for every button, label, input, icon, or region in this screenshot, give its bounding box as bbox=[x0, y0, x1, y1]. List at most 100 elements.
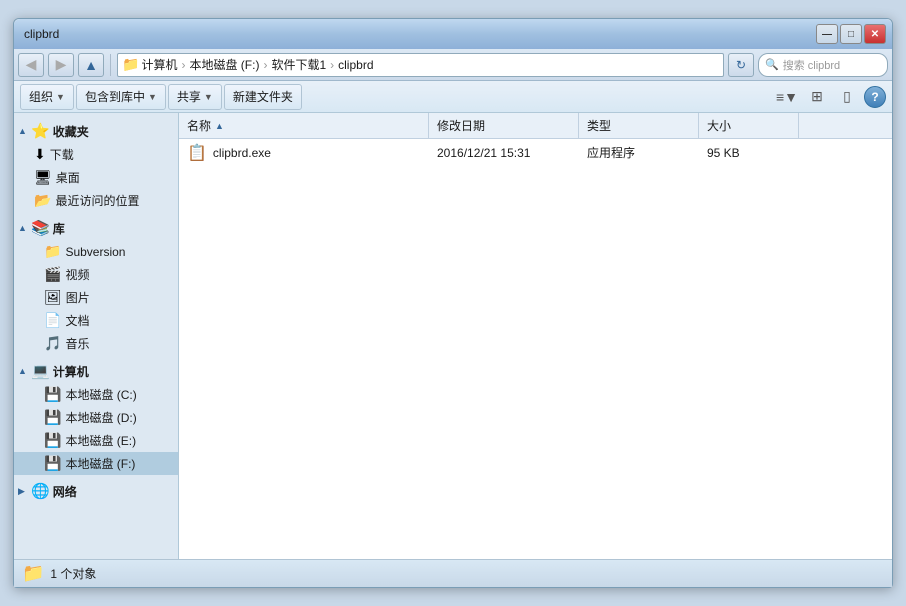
sidebar-item-drive-f[interactable]: 💾 本地磁盘 (F:) bbox=[14, 452, 178, 475]
layout-button[interactable]: ⊞ bbox=[804, 85, 830, 109]
computer-label: 计算机 bbox=[53, 363, 89, 380]
close-button[interactable]: ✕ bbox=[864, 24, 886, 44]
recent-icon: 📂 bbox=[34, 192, 51, 209]
file-date-cell: 2016/12/21 15:31 bbox=[429, 139, 579, 166]
drive-e-icon: 💾 bbox=[44, 432, 61, 449]
desktop-icon: 🖥 bbox=[34, 169, 52, 186]
share-arrow-icon: ▼ bbox=[204, 92, 213, 102]
drive-d-label: 本地磁盘 (D:) bbox=[65, 409, 136, 426]
back-button[interactable]: ◀ bbox=[18, 53, 44, 77]
search-icon: 🔍 bbox=[765, 58, 779, 71]
minimize-button[interactable]: — bbox=[816, 24, 838, 44]
forward-button[interactable]: ▶ bbox=[48, 53, 74, 77]
addr-sep-3: › bbox=[330, 58, 334, 72]
video-label: 视频 bbox=[65, 266, 89, 283]
organize-arrow-icon: ▼ bbox=[56, 92, 65, 102]
maximize-button[interactable]: □ bbox=[840, 24, 862, 44]
col-name-header[interactable]: 名称 ▲ bbox=[179, 113, 429, 138]
sidebar-item-video[interactable]: 🎬 视频 bbox=[14, 263, 178, 286]
new-folder-label: 新建文件夹 bbox=[233, 88, 293, 105]
sidebar-network-header[interactable]: ▶ 🌐 网络 bbox=[14, 479, 178, 503]
music-icon: 🎵 bbox=[44, 335, 61, 352]
col-size-header[interactable]: 大小 bbox=[699, 113, 799, 138]
file-type: 应用程序 bbox=[587, 144, 635, 161]
sidebar-item-music[interactable]: 🎵 音乐 bbox=[14, 332, 178, 355]
include-arrow-icon: ▼ bbox=[148, 92, 157, 102]
sidebar-network-section: ▶ 🌐 网络 bbox=[14, 479, 178, 503]
video-icon: 🎬 bbox=[44, 266, 61, 283]
picture-icon: 🖼 bbox=[44, 289, 62, 306]
sidebar-item-subversion[interactable]: 📁 Subversion bbox=[14, 240, 178, 263]
nav-bar: ◀ ▶ ▲ 📁 计算机 › 本地磁盘 (F:) › 软件下载1 › clipbr… bbox=[14, 49, 892, 81]
drive-e-label: 本地磁盘 (E:) bbox=[65, 432, 136, 449]
details-pane-button[interactable]: ▯ bbox=[834, 85, 860, 109]
network-icon: 🌐 bbox=[31, 482, 50, 500]
file-size: 95 KB bbox=[707, 146, 740, 160]
col-type-label: 类型 bbox=[587, 117, 611, 134]
up-button[interactable]: ▲ bbox=[78, 53, 104, 77]
file-area: 名称 ▲ 修改日期 类型 大小 📋 clipbrd.exe bbox=[179, 113, 892, 559]
addr-sep-2: › bbox=[263, 58, 267, 72]
addr-drive: 本地磁盘 (F:) bbox=[189, 56, 259, 73]
new-folder-button[interactable]: 新建文件夹 bbox=[224, 84, 302, 110]
sidebar-item-recent[interactable]: 📂 最近访问的位置 bbox=[14, 189, 178, 212]
nav-separator-1 bbox=[110, 54, 111, 76]
sidebar-item-download[interactable]: ⬇ 下载 bbox=[14, 143, 178, 166]
col-size-label: 大小 bbox=[707, 117, 731, 134]
sidebar-item-drive-c[interactable]: 💾 本地磁盘 (C:) bbox=[14, 383, 178, 406]
favorites-expand-icon: ▲ bbox=[18, 126, 28, 136]
organize-button[interactable]: 组织 ▼ bbox=[20, 84, 74, 110]
view-menu-button[interactable]: ≡▼ bbox=[774, 85, 800, 109]
refresh-button[interactable]: ↻ bbox=[728, 53, 754, 77]
document-label: 文档 bbox=[65, 312, 89, 329]
organize-label: 组织 bbox=[29, 88, 53, 105]
explorer-window: clipbrd — □ ✕ ◀ ▶ ▲ 📁 计算机 › 本地磁盘 (F:) › … bbox=[13, 18, 893, 588]
toolbar-right: ≡▼ ⊞ ▯ ? bbox=[774, 85, 886, 109]
file-column-header: 名称 ▲ 修改日期 类型 大小 bbox=[179, 113, 892, 139]
file-date: 2016/12/21 15:31 bbox=[437, 146, 530, 160]
search-box[interactable]: 🔍 搜索 clipbrd bbox=[758, 53, 888, 77]
table-row[interactable]: 📋 clipbrd.exe 2016/12/21 15:31 应用程序 95 K… bbox=[179, 139, 892, 167]
col-type-header[interactable]: 类型 bbox=[579, 113, 699, 138]
sidebar-computer-section: ▲ 💻 计算机 💾 本地磁盘 (C:) 💾 本地磁盘 (D:) 💾 本地磁盘 (… bbox=[14, 359, 178, 475]
sidebar-item-document[interactable]: 📄 文档 bbox=[14, 309, 178, 332]
sidebar-favorites-header[interactable]: ▲ ⭐ 收藏夹 bbox=[14, 119, 178, 143]
favorites-label: 收藏夹 bbox=[53, 123, 89, 140]
address-bar[interactable]: 📁 计算机 › 本地磁盘 (F:) › 软件下载1 › clipbrd bbox=[117, 53, 724, 77]
network-label: 网络 bbox=[53, 483, 77, 500]
drive-f-label: 本地磁盘 (F:) bbox=[65, 455, 135, 472]
picture-label: 图片 bbox=[66, 289, 90, 306]
sidebar-item-drive-d[interactable]: 💾 本地磁盘 (D:) bbox=[14, 406, 178, 429]
col-name-label: 名称 bbox=[187, 117, 211, 134]
addr-computer: 计算机 bbox=[141, 56, 177, 73]
download-icon: ⬇ bbox=[34, 146, 46, 163]
drive-d-icon: 💾 bbox=[44, 409, 61, 426]
search-placeholder: 搜索 clipbrd bbox=[783, 57, 840, 73]
share-label: 共享 bbox=[177, 88, 201, 105]
file-type-cell: 应用程序 bbox=[579, 139, 699, 166]
file-name: clipbrd.exe bbox=[213, 146, 271, 160]
sidebar-item-drive-e[interactable]: 💾 本地磁盘 (E:) bbox=[14, 429, 178, 452]
help-button[interactable]: ? bbox=[864, 86, 886, 108]
include-library-button[interactable]: 包含到库中 ▼ bbox=[76, 84, 166, 110]
drive-c-label: 本地磁盘 (C:) bbox=[65, 386, 136, 403]
sidebar-library-header[interactable]: ▲ 📚 库 bbox=[14, 216, 178, 240]
drive-c-icon: 💾 bbox=[44, 386, 61, 403]
download-label: 下载 bbox=[50, 146, 74, 163]
sidebar-computer-header[interactable]: ▲ 💻 计算机 bbox=[14, 359, 178, 383]
titlebar: clipbrd — □ ✕ bbox=[14, 19, 892, 49]
file-exe-icon: 📋 bbox=[187, 143, 207, 163]
sidebar-item-desktop[interactable]: 🖥 桌面 bbox=[14, 166, 178, 189]
music-label: 音乐 bbox=[65, 335, 89, 352]
folder-icon: 📁 bbox=[122, 56, 139, 73]
window-title: clipbrd bbox=[24, 27, 59, 41]
sidebar-item-picture[interactable]: 🖼 图片 bbox=[14, 286, 178, 309]
share-button[interactable]: 共享 ▼ bbox=[168, 84, 222, 110]
library-label: 库 bbox=[53, 220, 65, 237]
sidebar-favorites-section: ▲ ⭐ 收藏夹 ⬇ 下载 🖥 桌面 📂 最近访问的位置 bbox=[14, 119, 178, 212]
sidebar-library-section: ▲ 📚 库 📁 Subversion 🎬 视频 🖼 图片 📄 bbox=[14, 216, 178, 355]
sidebar: ▲ ⭐ 收藏夹 ⬇ 下载 🖥 桌面 📂 最近访问的位置 bbox=[14, 113, 179, 559]
col-date-header[interactable]: 修改日期 bbox=[429, 113, 579, 138]
toolbar: 组织 ▼ 包含到库中 ▼ 共享 ▼ 新建文件夹 ≡▼ ⊞ ▯ ? bbox=[14, 81, 892, 113]
file-list: 📋 clipbrd.exe 2016/12/21 15:31 应用程序 95 K… bbox=[179, 139, 892, 559]
